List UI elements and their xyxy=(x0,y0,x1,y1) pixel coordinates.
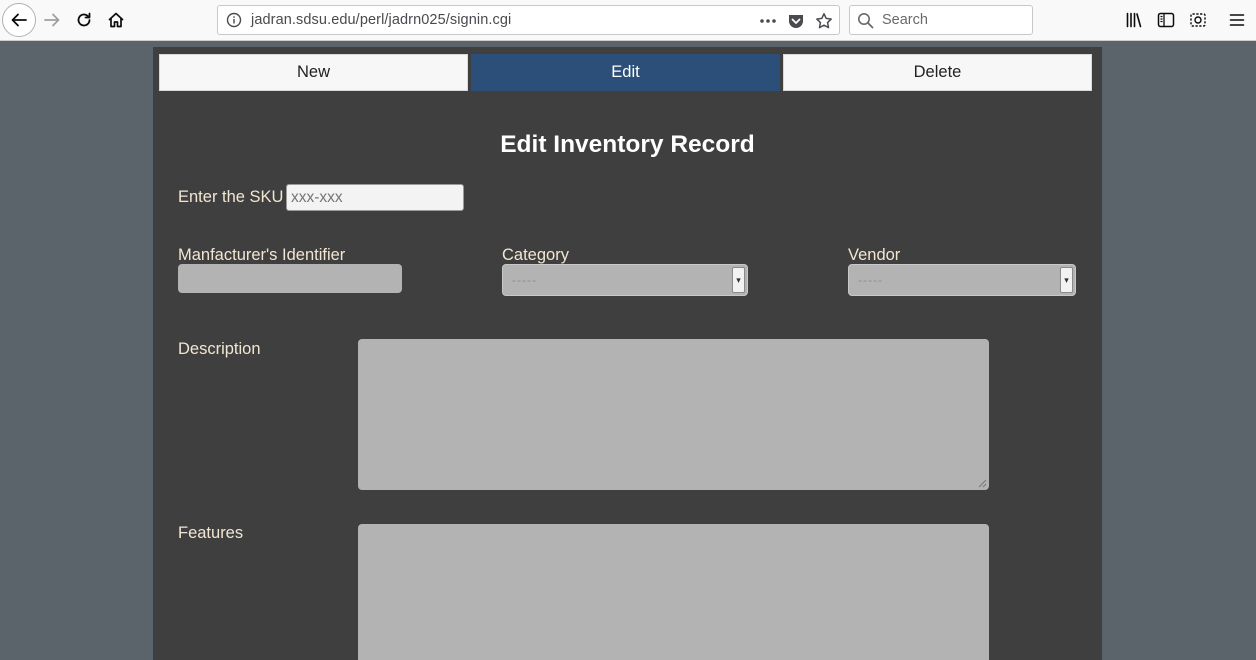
browser-toolbar: jadran.sdsu.edu/perl/jadrn025/signin.cgi… xyxy=(0,0,1256,41)
home-button[interactable] xyxy=(101,5,131,35)
forward-button[interactable] xyxy=(37,5,67,35)
page-title: Edit Inventory Record xyxy=(500,131,755,158)
back-button[interactable] xyxy=(2,3,36,37)
chevron-down-icon: ▾ xyxy=(732,267,745,293)
description-label: Description xyxy=(178,340,261,358)
category-select[interactable]: ----- ▾ xyxy=(502,264,748,296)
search-bar[interactable]: Search xyxy=(849,5,1033,35)
resize-grip-icon[interactable] xyxy=(977,478,987,488)
library-button[interactable] xyxy=(1119,5,1149,35)
screenshot-icon xyxy=(1190,13,1206,27)
menu-button[interactable] xyxy=(1222,5,1252,35)
url-bar[interactable]: jadran.sdsu.edu/perl/jadrn025/signin.cgi xyxy=(217,5,840,35)
features-label: Features xyxy=(178,524,244,542)
bookmark-star-icon[interactable] xyxy=(813,10,835,32)
search-placeholder: Search xyxy=(882,12,928,28)
chevron-down-icon: ▾ xyxy=(1060,267,1073,293)
tab-edit[interactable]: Edit xyxy=(471,54,780,91)
search-icon xyxy=(857,12,874,34)
category-label: Category xyxy=(502,246,569,264)
tab-new[interactable]: New xyxy=(159,54,468,91)
sku-label: Enter the SKU xyxy=(178,188,284,206)
forward-icon xyxy=(44,13,60,27)
sidebar-button[interactable] xyxy=(1151,5,1181,35)
tab-delete[interactable]: Delete xyxy=(783,54,1092,91)
reload-icon xyxy=(77,12,91,27)
library-icon xyxy=(1126,12,1142,28)
site-info-icon[interactable] xyxy=(226,12,242,33)
url-text[interactable]: jadran.sdsu.edu/perl/jadrn025/signin.cgi xyxy=(251,12,511,28)
home-icon xyxy=(108,12,124,28)
menu-icon xyxy=(1229,14,1245,26)
sku-input[interactable] xyxy=(286,184,464,211)
content-panel: New Edit Delete Edit Inventory Record En… xyxy=(153,47,1102,660)
vendor-selected-value: ----- xyxy=(858,273,883,287)
manufacturer-id-input[interactable] xyxy=(178,264,402,293)
screenshot-button[interactable] xyxy=(1183,5,1213,35)
back-icon xyxy=(11,13,27,27)
manufacturer-label: Manfacturer's Identifier xyxy=(178,246,346,264)
vendor-select[interactable]: ----- ▾ xyxy=(848,264,1076,296)
category-selected-value: ----- xyxy=(512,273,537,287)
reload-button[interactable] xyxy=(69,5,99,35)
page-actions-icon[interactable] xyxy=(757,10,779,32)
pocket-icon[interactable] xyxy=(785,10,807,32)
features-textarea[interactable] xyxy=(358,524,989,660)
vendor-label: Vendor xyxy=(848,246,901,264)
sidebar-icon xyxy=(1157,12,1175,28)
description-textarea[interactable] xyxy=(358,339,989,490)
